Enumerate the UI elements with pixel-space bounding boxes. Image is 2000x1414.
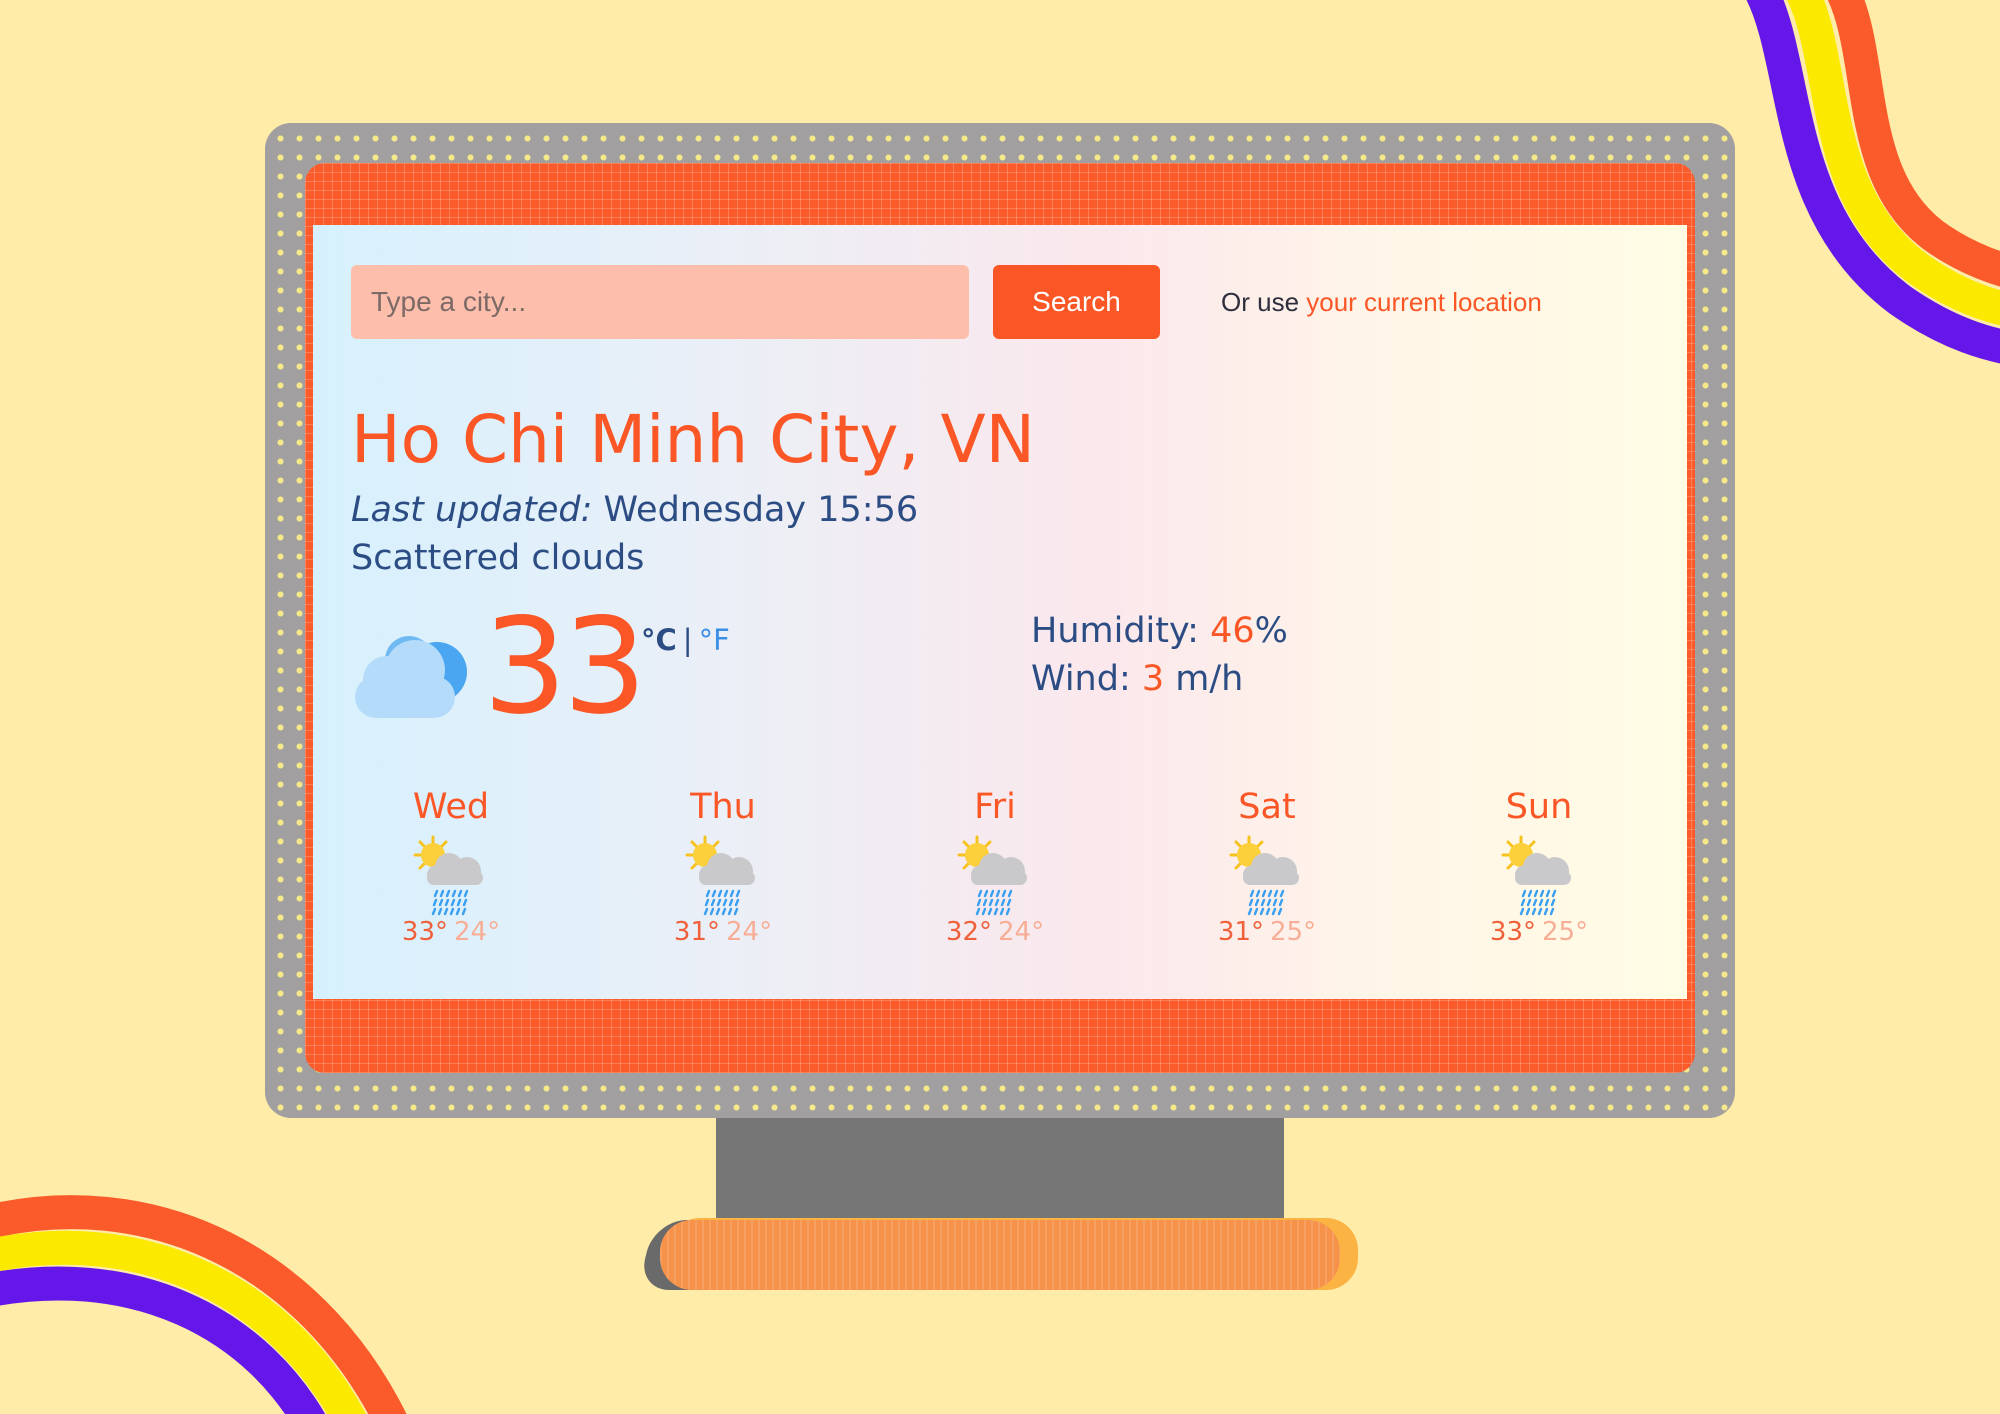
forecast-min: 24° xyxy=(726,917,773,947)
temperature-unit-toggle: °C | °F xyxy=(641,623,730,657)
fahrenheit-toggle[interactable]: °F xyxy=(699,623,730,657)
forecast-max: 32° xyxy=(945,917,992,947)
sun-cloud-rain-icon xyxy=(413,835,485,916)
forecast-day-name: Wed xyxy=(412,787,490,827)
humidity-label: Humidity: xyxy=(1031,611,1211,651)
wind-value: 3 xyxy=(1141,659,1165,699)
forecast-max: 31° xyxy=(673,917,720,947)
sun-cloud-rain-icon xyxy=(1229,835,1301,916)
cloud-icon xyxy=(355,636,467,718)
forecast-temps: 33° 24° xyxy=(351,917,551,947)
forecast-day-name: Fri xyxy=(974,787,1016,827)
city-name: Ho Chi Minh City, VN xyxy=(351,401,1035,478)
weather-description: Scattered clouds xyxy=(351,538,645,578)
monitor-stand-base xyxy=(660,1220,1340,1290)
forecast-day: Sat 31° 25° xyxy=(1167,787,1367,947)
monitor-bezel: Search Or use your current location Ho C… xyxy=(305,163,1695,1073)
forecast-max: 33° xyxy=(1489,917,1536,947)
forecast-min: 25° xyxy=(1270,917,1317,947)
last-updated: Last updated: Wednesday 15:56 xyxy=(351,490,918,530)
forecast-temps: 31° 24° xyxy=(623,917,823,947)
city-search-input[interactable] xyxy=(351,265,969,339)
rainbow-decoration-top-right xyxy=(1746,0,2000,364)
forecast-min: 24° xyxy=(454,917,501,947)
humidity-unit: % xyxy=(1254,611,1288,651)
monitor-stand-neck xyxy=(716,1118,1284,1220)
current-location-prompt: Or use your current location xyxy=(1221,287,1542,318)
forecast-min: 25° xyxy=(1542,917,1589,947)
forecast-temps: 31° 25° xyxy=(1167,917,1367,947)
monitor-frame: Search Or use your current location Ho C… xyxy=(265,123,1735,1118)
five-day-forecast: Wed 33°24° Thu 31°24° Fri 32°24° Sat xyxy=(351,787,1651,967)
humidity-value: 46 xyxy=(1210,611,1255,651)
forecast-day-name: Sat xyxy=(1238,787,1296,827)
last-updated-label: Last updated: xyxy=(351,490,593,530)
last-updated-value: Wednesday 15:56 xyxy=(592,490,919,530)
location-prefix-text: Or use xyxy=(1221,287,1307,317)
forecast-max: 33° xyxy=(401,917,448,947)
forecast-temps: 33° 25° xyxy=(1439,917,1639,947)
weather-app-screen: Search Or use your current location Ho C… xyxy=(313,225,1687,999)
forecast-day: Sun 33° 25° xyxy=(1439,787,1639,947)
forecast-day: Fri 32° 24° xyxy=(895,787,1095,947)
forecast-day-name: Thu xyxy=(690,787,756,827)
wind-label: Wind: xyxy=(1031,659,1142,699)
forecast-day: Wed 33° 24° xyxy=(351,787,551,947)
humidity-readout: Humidity: 46% xyxy=(1031,611,1288,651)
sun-cloud-rain-icon xyxy=(957,835,1029,916)
current-location-link[interactable]: your current location xyxy=(1306,287,1542,317)
forecast-day: Thu 31° 24° xyxy=(623,787,823,947)
forecast-day-name: Sun xyxy=(1505,787,1573,827)
sun-cloud-rain-icon xyxy=(1501,835,1573,916)
wind-readout: Wind: 3 m/h xyxy=(1031,659,1243,699)
wind-unit: m/h xyxy=(1164,659,1244,699)
forecast-max: 31° xyxy=(1217,917,1264,947)
forecast-min: 24° xyxy=(998,917,1045,947)
forecast-temps: 32° 24° xyxy=(895,917,1095,947)
unit-separator: | xyxy=(682,623,693,657)
current-temperature: 33 xyxy=(483,590,647,744)
celsius-toggle[interactable]: °C xyxy=(641,623,677,657)
rainbow-decoration-bottom-left xyxy=(0,1195,407,1414)
search-button[interactable]: Search xyxy=(993,265,1160,339)
sun-cloud-rain-icon xyxy=(685,835,757,916)
